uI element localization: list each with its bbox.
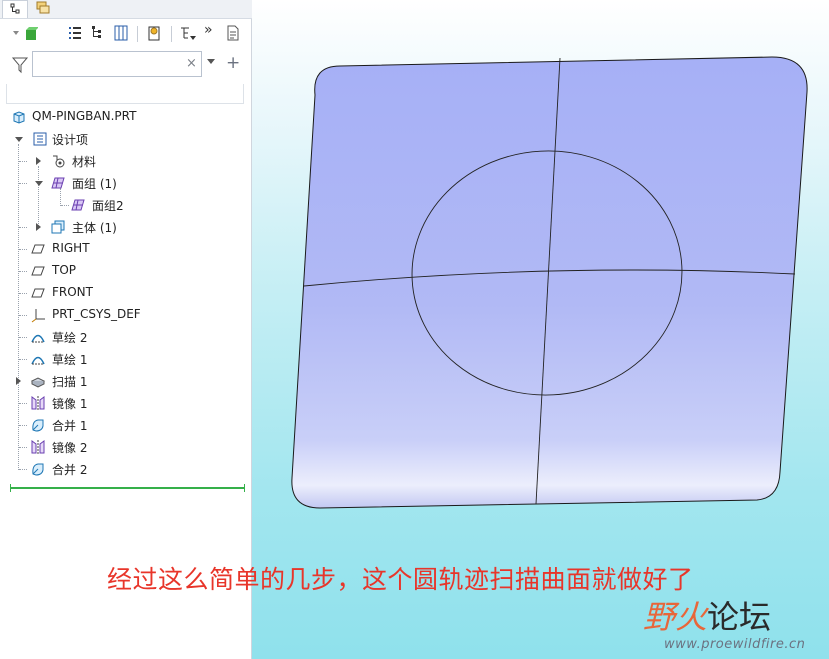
expand-tree-button[interactable] <box>66 24 84 42</box>
tree-item-label: 合并 2 <box>52 463 88 477</box>
columns-icon <box>114 25 128 41</box>
insert-here-marker[interactable] <box>10 484 245 492</box>
sweep-icon <box>30 377 46 388</box>
quilt-group-icon <box>51 177 65 189</box>
filter-dropdown-arrow[interactable] <box>207 59 215 64</box>
more-button[interactable]: » <box>204 22 222 40</box>
collapse-arrow-icon[interactable] <box>15 137 23 142</box>
show-dropdown-button[interactable] <box>178 24 196 42</box>
tree-item-label: 设计项 <box>52 133 89 147</box>
list-tree-icon <box>69 27 81 39</box>
watermark-red-text: 野火 <box>643 598 708 636</box>
layers-icon <box>36 1 50 14</box>
expand-arrow-icon[interactable] <box>16 377 21 385</box>
mirror-icon <box>31 396 45 410</box>
tree-item-label: 扫描 1 <box>52 375 88 389</box>
watermark-url: www.proewildfire.cn <box>664 637 806 652</box>
mirror-icon <box>31 440 45 454</box>
tree-item-label: PRT_CSYS_DEF <box>52 307 141 321</box>
collapse-tree-button[interactable] <box>88 24 106 42</box>
tree-filter-dropdown[interactable] <box>10 24 39 42</box>
tree-item-datum-front[interactable]: FRONT <box>0 282 252 304</box>
tutorial-caption: 经过这么简单的几步，这个圆轨迹扫描曲面就做好了 <box>107 565 694 594</box>
settings-button[interactable] <box>145 24 163 42</box>
expand-arrow-icon[interactable] <box>36 223 41 231</box>
tree-item-label: 面组 (1) <box>72 177 117 191</box>
tree-item-body[interactable]: 主体 (1) <box>0 216 252 238</box>
tree-item-label: 主体 (1) <box>72 221 117 235</box>
add-filter-button[interactable]: + <box>226 53 240 73</box>
tree-item-merge-1[interactable]: 合并 1 <box>0 414 252 436</box>
tree-item-design-items[interactable]: 设计项 <box>0 128 252 150</box>
csys-icon <box>31 309 45 323</box>
panel-tab-bar <box>0 0 252 19</box>
tree-item-label: QM-PINGBAN.PRT <box>32 109 137 123</box>
tree-item-sketch-1[interactable]: 草绘 1 <box>0 348 252 370</box>
tree-item-label: FRONT <box>52 285 93 299</box>
watermark-black-text: 论坛 <box>707 598 772 636</box>
tree-item-csys[interactable]: PRT_CSYS_DEF <box>0 304 252 326</box>
tree-item-label: 草绘 2 <box>52 331 88 345</box>
tree-toolbar: » <box>0 20 252 48</box>
toolbar-separator <box>137 26 138 42</box>
show-tree-icon <box>181 27 196 40</box>
notes-button[interactable] <box>224 24 242 42</box>
tree-item-label: 镜像 2 <box>52 441 88 455</box>
tree-item-datum-top[interactable]: TOP <box>0 260 252 282</box>
tree-item-label: RIGHT <box>52 241 90 255</box>
part-icon <box>13 111 25 124</box>
tree-item-label: 镜像 1 <box>52 397 88 411</box>
tree-item-datum-right[interactable]: RIGHT <box>0 238 252 260</box>
tab-model-tree[interactable] <box>2 0 28 18</box>
tree-item-label: 合并 1 <box>52 419 88 433</box>
document-icon <box>227 25 239 41</box>
filter-icon <box>11 57 29 74</box>
tree-item-sweep-1[interactable]: 扫描 1 <box>0 370 252 392</box>
tree-item-material[interactable]: 材料 <box>0 150 252 172</box>
quilt-surface[interactable] <box>291 56 808 509</box>
body-icon <box>51 220 65 234</box>
tab-layers[interactable] <box>30 0 56 18</box>
tree-item-sketch-2[interactable]: 草绘 2 <box>0 326 252 348</box>
tree-filter-input[interactable] <box>32 51 202 77</box>
clear-filter-button[interactable]: × <box>186 56 197 71</box>
tree-item-quilt-group[interactable]: 面组 (1) <box>0 172 252 194</box>
tree-item-label: TOP <box>52 263 77 277</box>
tree-item-label: 材料 <box>72 155 97 169</box>
sketch-icon <box>31 334 45 343</box>
filter-results-box <box>6 84 244 104</box>
sketch-icon <box>31 356 45 365</box>
tree-item-part[interactable]: QM-PINGBAN.PRT <box>0 106 252 128</box>
forum-watermark-logo: 野火论坛 <box>643 592 771 638</box>
merge-icon <box>32 419 44 432</box>
tree-item-mirror-1[interactable]: 镜像 1 <box>0 392 252 414</box>
datum-plane-icon <box>31 244 45 254</box>
tree-item-quilt[interactable]: 面组2 <box>0 194 252 216</box>
quilt-icon <box>71 199 85 211</box>
tree-item-label: 草绘 1 <box>52 353 88 367</box>
material-icon <box>53 155 65 168</box>
tree-icon <box>10 3 20 14</box>
expand-arrow-icon[interactable] <box>36 157 41 165</box>
datum-plane-icon <box>31 266 45 276</box>
tree-settings-icon <box>148 26 160 41</box>
tree-item-label: 面组2 <box>92 199 124 213</box>
hierarchy-icon <box>92 26 101 38</box>
display-style-icon <box>13 27 39 40</box>
merge-icon <box>32 463 44 476</box>
datum-plane-icon <box>31 288 45 298</box>
collapse-arrow-icon[interactable] <box>35 181 43 186</box>
columns-button[interactable] <box>112 24 130 42</box>
filter-row: × + <box>0 50 252 80</box>
tree-item-merge-2[interactable]: 合并 2 <box>0 458 252 480</box>
tree-item-mirror-2[interactable]: 镜像 2 <box>0 436 252 458</box>
design-items-icon <box>33 132 47 146</box>
toolbar-separator <box>171 26 172 42</box>
